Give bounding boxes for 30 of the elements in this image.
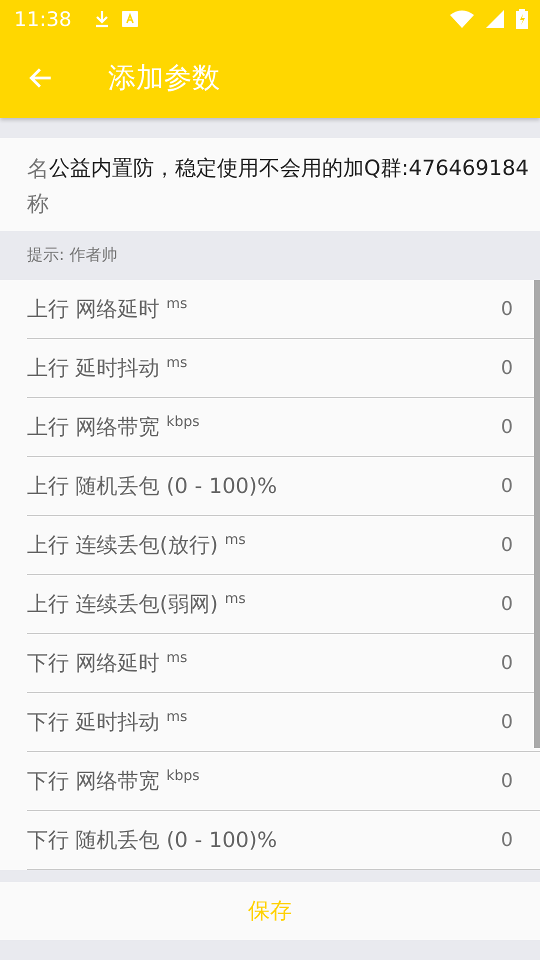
- param-value-field[interactable]: 0: [500, 652, 513, 674]
- param-label: 下行 网络带宽 $^{kbps}$: [27, 767, 201, 795]
- param-label: 上行 连续丢包(弱网) $^{ms}$: [27, 590, 247, 618]
- signal-icon: [486, 10, 504, 28]
- battery-icon: [516, 8, 528, 28]
- wifi-icon: [450, 10, 474, 28]
- param-value-field[interactable]: 0: [500, 770, 513, 792]
- hint-text: 提示: 作者帅: [26, 244, 118, 266]
- param-value-field[interactable]: 0: [500, 534, 513, 556]
- download-icon: [94, 10, 110, 28]
- param-value-field[interactable]: 0: [500, 416, 513, 438]
- param-value-field[interactable]: 0: [500, 475, 513, 497]
- param-value-field[interactable]: 0: [500, 711, 513, 733]
- name-field[interactable]: 公益内置防，稳定使用不会用的加Q群:476469184: [49, 152, 529, 186]
- param-label: 下行 随机丢包 (0 - 100)%: [27, 827, 278, 854]
- name-label: 名称: [27, 156, 49, 220]
- page-title: 添加参数: [108, 60, 220, 96]
- param-label: 上行 网络延时 $^{ms}$: [27, 295, 188, 323]
- param-label: 下行 延时抖动 $^{ms}$: [27, 708, 188, 736]
- notification-icon: [122, 10, 138, 26]
- param-label: 上行 随机丢包 (0 - 100)%: [27, 473, 278, 500]
- param-label: 下行 网络延时 $^{ms}$: [27, 649, 188, 677]
- param-value-field[interactable]: 0: [500, 829, 513, 851]
- param-label: 上行 延时抖动 $^{ms}$: [27, 354, 188, 382]
- param-label: 上行 连续丢包(放行) $^{ms}$: [27, 531, 247, 559]
- param-label: 上行 网络带宽 $^{kbps}$: [27, 413, 201, 441]
- param-value-field[interactable]: 0: [500, 593, 513, 615]
- param-value-field[interactable]: 0: [500, 357, 513, 379]
- param-value-field[interactable]: 0: [500, 298, 513, 320]
- status-time: 11:38: [14, 6, 72, 30]
